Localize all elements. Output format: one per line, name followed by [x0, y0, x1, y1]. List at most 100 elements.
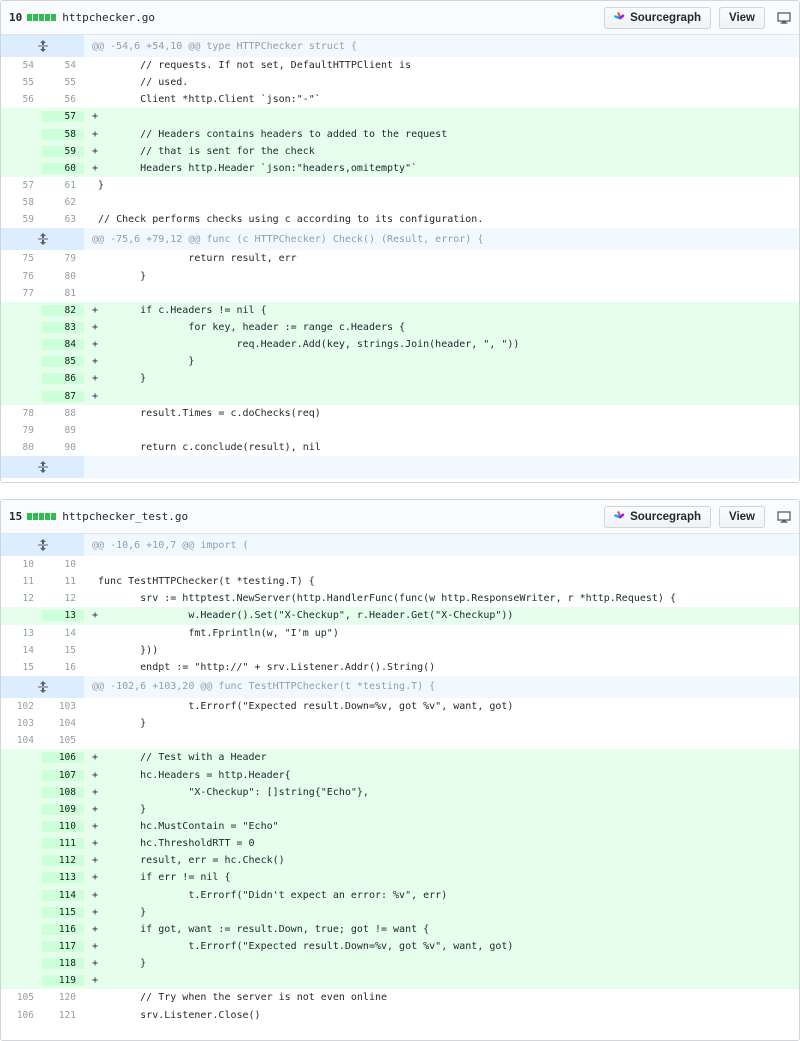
new-line-number[interactable]: 81	[42, 287, 84, 299]
new-line-number[interactable]: 16	[42, 661, 84, 673]
new-line-number[interactable]: 110	[42, 821, 84, 833]
added-line: 83 + for key, header := range c.Headers {	[1, 318, 799, 337]
new-line-number[interactable]: 106	[42, 752, 84, 764]
view-button[interactable]: View	[719, 6, 765, 29]
old-line-number[interactable]: 104	[1, 735, 42, 747]
new-line-number[interactable]: 118	[42, 958, 84, 970]
old-line-number[interactable]: 10	[1, 559, 42, 571]
code-line: }	[92, 180, 105, 192]
new-line-number[interactable]: 84	[42, 339, 84, 351]
old-line-number[interactable]: 11	[1, 576, 42, 588]
new-line-number[interactable]: 55	[42, 77, 84, 89]
old-line-number[interactable]: 15	[1, 661, 42, 673]
expand-button[interactable]	[1, 228, 84, 251]
new-line-number[interactable]: 54	[42, 60, 84, 72]
new-line-number[interactable]: 80	[42, 270, 84, 282]
old-line-number[interactable]: 80	[1, 442, 42, 454]
desktop-icon[interactable]	[777, 510, 791, 524]
code-line: + }	[92, 373, 147, 385]
new-line-number[interactable]: 116	[42, 923, 84, 935]
new-line-number[interactable]: 105	[42, 735, 84, 747]
new-line-number[interactable]: 117	[42, 941, 84, 953]
new-line-number[interactable]: 11	[42, 576, 84, 588]
new-line-number[interactable]: 82	[42, 304, 84, 316]
new-line-number[interactable]: 114	[42, 889, 84, 901]
new-line-number[interactable]: 13	[42, 610, 84, 622]
old-line-number[interactable]: 58	[1, 197, 42, 209]
code-line: + if err != nil {	[92, 872, 231, 884]
new-line-number[interactable]: 87	[42, 390, 84, 402]
new-line-number[interactable]: 120	[42, 992, 84, 1004]
new-line-number[interactable]: 57	[42, 111, 84, 123]
new-line-number[interactable]: 58	[42, 128, 84, 140]
new-line-number[interactable]: 121	[42, 1009, 84, 1021]
new-line-number[interactable]: 63	[42, 214, 84, 226]
expand-button[interactable]	[1, 35, 84, 57]
new-line-number[interactable]: 85	[42, 356, 84, 368]
old-line-number[interactable]: 55	[1, 77, 42, 89]
file-name[interactable]: httpchecker_test.go	[62, 510, 188, 523]
new-line-number[interactable]: 10	[42, 559, 84, 571]
old-line-number[interactable]: 12	[1, 593, 42, 605]
old-line-number[interactable]: 76	[1, 270, 42, 282]
added-line: 118 + }	[1, 955, 799, 973]
new-line-number[interactable]: 60	[42, 162, 84, 174]
new-line-number[interactable]: 89	[42, 424, 84, 436]
old-line-number[interactable]: 105	[1, 992, 42, 1004]
unfold-icon	[37, 461, 48, 474]
expand-button[interactable]	[1, 456, 84, 479]
new-line-number[interactable]: 108	[42, 786, 84, 798]
old-line-number[interactable]: 59	[1, 214, 42, 226]
new-line-number[interactable]: 62	[42, 197, 84, 209]
code-line: + t.Errorf("Didn't expect an error: %v",…	[92, 889, 448, 901]
hunk-header: @@ -54,6 +54,10 @@ type HTTPChecker stru…	[1, 35, 799, 57]
code-line: result.Times = c.doChecks(req)	[92, 407, 321, 419]
new-line-number[interactable]: 61	[42, 180, 84, 192]
new-line-number[interactable]: 109	[42, 803, 84, 815]
new-line-number[interactable]: 88	[42, 407, 84, 419]
code-line: return result, err	[92, 253, 297, 265]
old-line-number[interactable]: 14	[1, 644, 42, 656]
old-line-number[interactable]: 56	[1, 94, 42, 106]
new-line-number[interactable]: 59	[42, 145, 84, 157]
old-line-number[interactable]: 106	[1, 1009, 42, 1021]
new-line-number[interactable]: 15	[42, 644, 84, 656]
file-name[interactable]: httpchecker.go	[62, 11, 155, 24]
new-line-number[interactable]: 86	[42, 373, 84, 385]
code-line: // Try when the server is not even onlin…	[92, 992, 388, 1004]
old-line-number[interactable]: 79	[1, 424, 42, 436]
old-line-number[interactable]: 77	[1, 287, 42, 299]
new-line-number[interactable]: 90	[42, 442, 84, 454]
old-line-number[interactable]: 75	[1, 253, 42, 265]
old-line-number[interactable]: 54	[1, 60, 42, 72]
view-button[interactable]: View	[719, 505, 765, 528]
new-line-number[interactable]: 107	[42, 769, 84, 781]
expand-button[interactable]	[1, 534, 84, 556]
new-line-number[interactable]: 14	[42, 627, 84, 639]
new-line-number[interactable]: 104	[42, 718, 84, 730]
old-line-number[interactable]: 78	[1, 407, 42, 419]
desktop-icon[interactable]	[777, 11, 791, 25]
new-line-number[interactable]: 12	[42, 593, 84, 605]
old-line-number[interactable]: 57	[1, 180, 42, 192]
new-line-number[interactable]: 56	[42, 94, 84, 106]
new-line-number[interactable]: 83	[42, 322, 84, 334]
old-line-number[interactable]: 13	[1, 627, 42, 639]
sourcegraph-button[interactable]: Sourcegraph	[604, 505, 711, 528]
sourcegraph-button[interactable]: Sourcegraph	[604, 6, 711, 29]
unfold-icon	[37, 233, 48, 246]
new-line-number[interactable]: 103	[42, 701, 84, 713]
old-line-number[interactable]: 103	[1, 718, 42, 730]
added-line: 110 + hc.MustContain = "Echo"	[1, 817, 799, 836]
old-line-number[interactable]: 102	[1, 701, 42, 713]
new-line-number[interactable]: 111	[42, 838, 84, 850]
new-line-number[interactable]: 113	[42, 872, 84, 884]
code-line: + "X-Checkup": []string{"Echo"},	[92, 786, 369, 798]
new-line-number[interactable]: 112	[42, 855, 84, 867]
context-line: 58 62	[1, 194, 799, 211]
new-line-number[interactable]: 115	[42, 906, 84, 918]
new-line-number[interactable]: 119	[42, 975, 84, 987]
new-line-number[interactable]: 79	[42, 253, 84, 265]
code-line: + for key, header := range c.Headers {	[92, 322, 406, 334]
expand-button[interactable]	[1, 675, 84, 698]
